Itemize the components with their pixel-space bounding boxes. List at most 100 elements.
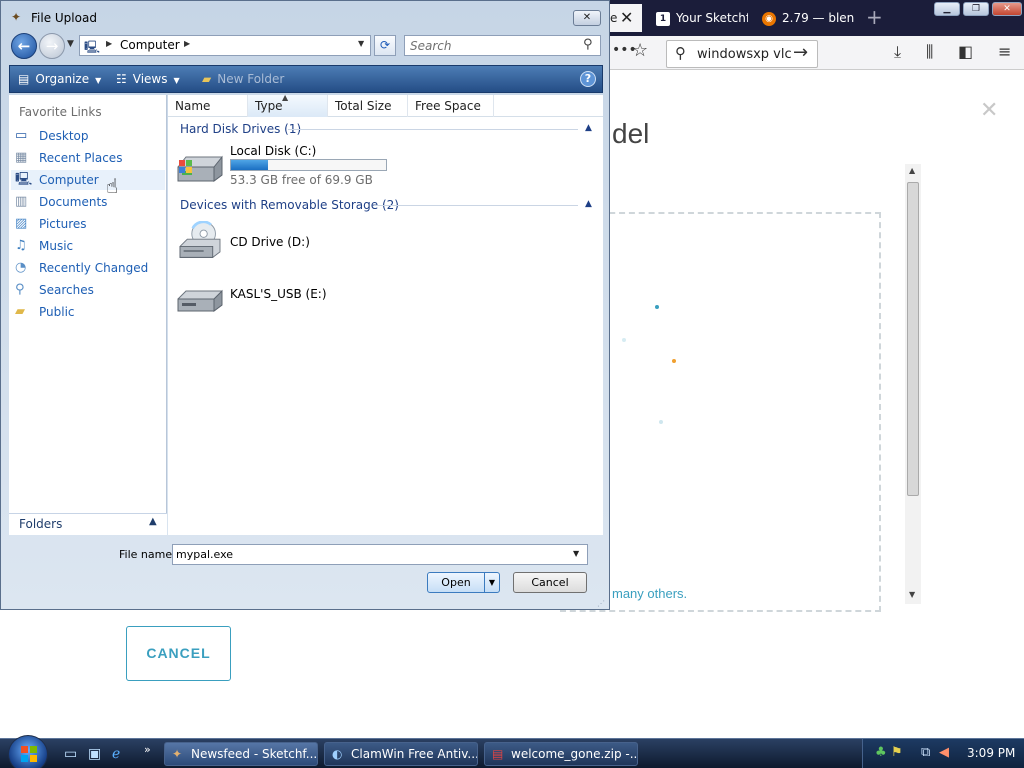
taskbar: ▭ ▣ ℯ » ✦ Newsfeed - Sketchf... ◐ ClamWin … bbox=[0, 735, 1024, 768]
chevron-down-icon: ▼ bbox=[173, 76, 180, 85]
download-icon[interactable]: ⤓ bbox=[894, 42, 901, 62]
browser-tab-sketchfab[interactable]: 1 Your Sketchf bbox=[648, 4, 748, 32]
column-header-free-space[interactable]: Free Space bbox=[408, 95, 494, 117]
favorite-link-pictures[interactable]: ▨ Pictures bbox=[11, 214, 165, 234]
chevron-up-icon[interactable]: ▲ bbox=[149, 516, 157, 527]
hamburger-menu-icon[interactable]: ≡ bbox=[998, 42, 1011, 61]
favorite-link-recent-places[interactable]: ▦ Recent Places bbox=[11, 148, 165, 168]
quick-launch-overflow-icon[interactable]: » bbox=[144, 743, 151, 756]
sidebar-icon[interactable]: ◧ bbox=[958, 42, 973, 61]
forward-button[interactable]: → bbox=[39, 33, 65, 59]
favorite-links-header: Favorite Links bbox=[19, 105, 102, 119]
bookmark-star-icon[interactable]: ☆ bbox=[632, 40, 648, 61]
start-button[interactable] bbox=[8, 735, 48, 768]
search-bar[interactable]: ⚲ windowsxp vlc → bbox=[666, 40, 818, 68]
clock[interactable]: 3:09 PM bbox=[967, 746, 1015, 760]
views-icon: ☷ bbox=[116, 72, 127, 86]
search-icon[interactable]: ⚲ bbox=[583, 37, 593, 52]
browser-tab-active[interactable]: e ✕ bbox=[608, 4, 642, 32]
folders-label: Folders bbox=[19, 517, 63, 531]
browser-tab-blender[interactable]: ◉ 2.79 — blen bbox=[754, 4, 854, 32]
favorite-link-recently-changed[interactable]: ◔ Recently Changed bbox=[11, 258, 165, 278]
scrollbar-thumb[interactable] bbox=[907, 182, 919, 496]
open-button-label[interactable]: Open bbox=[428, 573, 484, 592]
taskbar-item-clamwin[interactable]: ◐ ClamWin Free Antiv... bbox=[324, 742, 478, 766]
dialog-close-button[interactable]: ✕ bbox=[573, 10, 601, 26]
new-tab-button[interactable]: + bbox=[866, 4, 883, 30]
organize-button[interactable]: ▤ Organize ▼ bbox=[18, 72, 101, 86]
folders-toggle-bar[interactable]: Folders ▲ bbox=[9, 513, 167, 535]
views-button[interactable]: ☷ Views ▼ bbox=[116, 72, 180, 86]
search-box[interactable]: ⚲ bbox=[404, 35, 601, 56]
chevron-up-icon[interactable]: ▲ bbox=[585, 199, 592, 209]
views-label: Views bbox=[132, 72, 168, 86]
address-dropdown-icon[interactable]: ▼ bbox=[358, 39, 364, 48]
page-scrollbar[interactable]: ▲ ▼ bbox=[905, 164, 921, 604]
back-button[interactable]: ← bbox=[11, 33, 37, 59]
refresh-button[interactable]: ⟳ bbox=[374, 35, 396, 56]
group-header-hard-disks[interactable]: Hard Disk Drives (1) bbox=[180, 122, 301, 136]
link-label: Music bbox=[39, 239, 74, 253]
volume-icon[interactable]: ◀ bbox=[939, 745, 949, 760]
scroll-down-icon[interactable]: ▼ bbox=[909, 590, 915, 599]
searches-icon: ⚲ bbox=[15, 282, 25, 297]
minimize-button[interactable]: ▁ bbox=[934, 2, 960, 16]
internet-explorer-icon[interactable]: ℯ bbox=[112, 746, 120, 762]
search-bar-text[interactable]: windowsxp vlc bbox=[697, 47, 792, 62]
favorite-links-pane: Favorite Links ▭ Desktop ▦ Recent Places 🖳… bbox=[9, 95, 167, 535]
taskbar-item-welcome-zip[interactable]: ▤ welcome_gone.zip -... bbox=[484, 742, 638, 766]
scroll-up-icon[interactable]: ▲ bbox=[909, 166, 915, 175]
breadcrumb-separator-icon[interactable]: ▶ bbox=[106, 39, 112, 48]
network-icon[interactable]: ⧉ bbox=[921, 745, 930, 760]
chevron-up-icon[interactable]: ▲ bbox=[585, 123, 592, 133]
switch-windows-icon[interactable]: ▣ bbox=[88, 746, 101, 762]
library-icon[interactable]: ⫼ bbox=[926, 42, 933, 62]
favorite-link-documents[interactable]: ▥ Documents bbox=[11, 192, 165, 212]
column-header-name[interactable]: Name bbox=[168, 95, 248, 117]
file-name-combobox[interactable]: ▼ bbox=[172, 544, 588, 565]
column-header-row: Name ▲ Type Total Size Free Space bbox=[168, 93, 603, 117]
breadcrumb-separator-icon[interactable]: ▶ bbox=[184, 39, 190, 48]
sketchfab-favicon-icon: 1 bbox=[656, 11, 670, 26]
cancel-button[interactable]: Cancel bbox=[513, 572, 587, 593]
open-button[interactable]: Open ▼ bbox=[427, 572, 500, 593]
window-close-button[interactable]: ✕ bbox=[992, 2, 1022, 16]
dialog-titlebar[interactable]: ✦ File Upload ✕ bbox=[1, 1, 609, 31]
new-folder-button[interactable]: ▰ New Folder bbox=[202, 72, 284, 86]
command-bar: ▤ Organize ▼ ☷ Views ▼ ▰ New Folder ? bbox=[9, 65, 603, 93]
search-icon: ⚲ bbox=[675, 44, 686, 62]
chevron-down-icon[interactable]: ▼ bbox=[573, 549, 579, 558]
favorite-link-desktop[interactable]: ▭ Desktop bbox=[11, 126, 165, 146]
recent-pages-dropdown-icon[interactable]: ▼ bbox=[67, 39, 74, 49]
favorite-link-computer[interactable]: 🖳 Computer bbox=[11, 170, 165, 190]
column-header-total-size[interactable]: Total Size bbox=[328, 95, 408, 117]
favorite-link-searches[interactable]: ⚲ Searches bbox=[11, 280, 165, 300]
column-header-type[interactable]: ▲ Type bbox=[248, 93, 328, 117]
modal-close-icon[interactable]: ✕ bbox=[980, 98, 998, 123]
address-bar[interactable]: 🖳 ▶ Computer ▶ ▼ bbox=[79, 35, 371, 56]
taskbar-item-newsfeed[interactable]: ✦ Newsfeed - Sketchf... bbox=[164, 742, 318, 766]
breadcrumb-computer[interactable]: Computer bbox=[120, 38, 180, 52]
security-center-icon[interactable]: ⚑ bbox=[891, 745, 903, 760]
resize-grip-icon[interactable]: ⋰ bbox=[597, 599, 605, 608]
favorite-link-music[interactable]: ♫ Music bbox=[11, 236, 165, 256]
drive-free-space-text: 53.3 GB free of 69.9 GB bbox=[230, 173, 373, 187]
help-icon[interactable]: ? bbox=[580, 71, 596, 87]
favorite-link-public[interactable]: ▰ Public bbox=[11, 302, 165, 322]
group-header-removable[interactable]: Devices with Removable Storage (2) bbox=[180, 198, 399, 212]
search-input[interactable] bbox=[405, 36, 575, 55]
blender-favicon-icon: ◉ bbox=[762, 11, 776, 26]
go-arrow-icon[interactable]: → bbox=[793, 42, 808, 63]
maximize-button[interactable]: ❐ bbox=[963, 2, 989, 16]
tray-app-icon[interactable]: ♣ bbox=[875, 745, 887, 760]
page-heading: del bbox=[612, 118, 650, 149]
archive-icon: ▤ bbox=[492, 747, 504, 761]
show-desktop-icon[interactable]: ▭ bbox=[64, 746, 77, 762]
music-icon: ♫ bbox=[15, 238, 27, 253]
file-name-input[interactable] bbox=[173, 545, 569, 564]
close-icon[interactable]: ✕ bbox=[620, 4, 633, 32]
open-options-dropdown-icon[interactable]: ▼ bbox=[484, 573, 499, 592]
computer-icon: 🖳 bbox=[15, 172, 33, 187]
upload-cancel-button[interactable]: CANCEL bbox=[126, 626, 231, 681]
loader-dot bbox=[622, 338, 626, 342]
